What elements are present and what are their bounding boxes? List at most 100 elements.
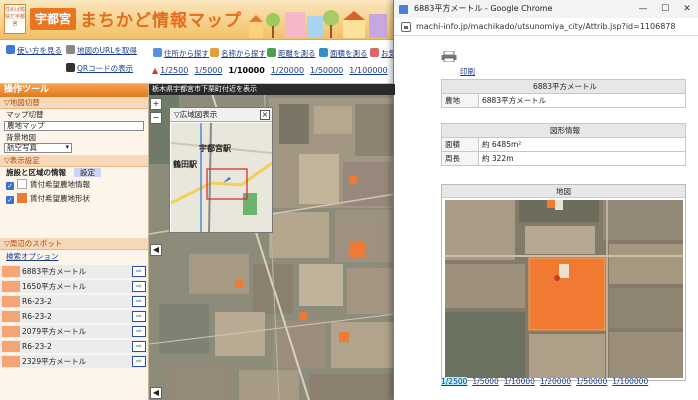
sidebar-title: 操作ツール: [0, 84, 148, 97]
search-options-link[interactable]: 検索オプション: [0, 250, 148, 263]
tab-facility-info[interactable]: 施設と区域の情報: [6, 168, 66, 177]
checkbox-checked-icon[interactable]: ✓: [6, 182, 14, 190]
perimeter-key: 周長: [441, 151, 479, 166]
zoom-in-icon[interactable]: +: [150, 98, 162, 110]
info-title: 6883平方メートル: [441, 79, 686, 94]
zoom-out-icon[interactable]: −: [150, 112, 162, 124]
site-info-icon[interactable]: [401, 22, 411, 32]
go-to-spot-icon[interactable]: ⇨: [132, 281, 146, 292]
collapse-bottom-icon[interactable]: ◀: [150, 387, 162, 399]
name-icon: [210, 48, 219, 57]
map-switch-header[interactable]: ▽地図切替: [0, 97, 148, 109]
address-bar[interactable]: machi-info.jp/machikado/utsunomiya_city/…: [394, 18, 698, 36]
measure-area-button[interactable]: 面積を測る: [319, 48, 368, 59]
nearby-spots-header[interactable]: ▽周辺のスポット: [0, 238, 148, 250]
info-table: 6883平方メートル 農地 6883平方メートル: [441, 79, 686, 108]
window-title: 6883平方メートル - Google Chrome: [414, 4, 553, 13]
toolbar: 使い方を見る 地図のURLを取得 QRコードの表示 住所から探す 名称から探す …: [0, 40, 396, 84]
overview-map-panel[interactable]: ▽広域図表示 × 宇都宮駅 鶴田駅: [169, 107, 273, 233]
spot-label: 1650平方メートル: [22, 282, 87, 291]
ruler-icon: [267, 48, 276, 57]
go-to-spot-icon[interactable]: ⇨: [132, 356, 146, 367]
map-scale-option[interactable]: 1/20000: [271, 66, 304, 75]
map-type-field[interactable]: 農地マップ: [4, 121, 144, 131]
spot-list-item[interactable]: 6883平方メートル ⇨: [0, 265, 148, 278]
spot-list-item[interactable]: R6-23-2 ⇨: [0, 340, 148, 353]
area-value: 約 6485m²: [478, 137, 686, 152]
farm-pin-icon: [17, 179, 27, 189]
display-settings-header[interactable]: ▽表示設定: [0, 155, 148, 167]
townscape-illustration: [249, 10, 387, 38]
detail-map-box: 地図: [441, 184, 686, 381]
search-name-button[interactable]: 名称から探す: [210, 48, 266, 59]
spot-label: R6-23-2: [22, 342, 52, 351]
detail-scale-option[interactable]: 1/20000: [540, 377, 571, 386]
detail-scale-option[interactable]: 1/10000: [504, 377, 535, 386]
go-to-spot-icon[interactable]: ⇨: [132, 296, 146, 307]
go-to-spot-icon[interactable]: ⇨: [132, 326, 146, 337]
farm-thumbnail-icon: [2, 311, 20, 322]
overview-map[interactable]: 宇都宮駅 鶴田駅: [171, 123, 272, 232]
farm-plot-marker: [349, 242, 365, 258]
attribute-page: 印刷 6883平方メートル 農地 6883平方メートル 図形情報 面積約 6485…: [394, 36, 698, 400]
close-icon[interactable]: ×: [260, 110, 270, 120]
farm-plot-marker: [299, 312, 307, 320]
measure-distance-button[interactable]: 距離を測る: [267, 48, 316, 59]
url-text[interactable]: machi-info.jp/machikado/utsunomiya_city/…: [416, 22, 675, 31]
go-to-spot-icon[interactable]: ⇨: [132, 311, 146, 322]
detail-scale-option[interactable]: 1/50000: [576, 377, 607, 386]
star-icon: [370, 48, 379, 57]
qr-link[interactable]: QRコードの表示: [66, 63, 133, 74]
map-scale-option[interactable]: 1/5000: [194, 66, 222, 75]
spot-list-item[interactable]: R6-23-2 ⇨: [0, 295, 148, 308]
info-key: 農地: [441, 93, 479, 108]
map-scale-option[interactable]: 1/2500: [160, 66, 188, 75]
farm-plot-marker: [339, 332, 349, 342]
help-link[interactable]: 使い方を見る: [6, 45, 62, 56]
sidebar: 操作ツール ▽地図切替 マップ切替 農地マップ 背景地図 航空写真 ▽表示設定 …: [0, 84, 149, 400]
map-url-link[interactable]: 地図のURLを取得: [66, 45, 137, 56]
perimeter-value: 約 322m: [478, 151, 686, 166]
detail-scale-selector: 1/2500 1/5000 1/10000 1/20000 1/50000 1/10000…: [441, 377, 653, 386]
minimize-icon[interactable]: —: [632, 0, 654, 18]
farm-thumbnail-icon: [2, 341, 20, 352]
print-link[interactable]: 印刷: [460, 66, 475, 77]
detail-scale-option[interactable]: 1/2500: [441, 377, 468, 386]
spot-label: 6883平方メートル: [22, 267, 87, 276]
layer-farm-shape[interactable]: ✓ 賃付希望農地形状: [0, 192, 148, 206]
close-window-icon[interactable]: ✕: [676, 0, 698, 18]
scale-selector: ▲ 1/2500 1/5000 1/10000 1/20000 1/50000 1/1000…: [152, 66, 412, 75]
farm-thumbnail-icon: [2, 296, 20, 307]
search-address-button[interactable]: 住所から探す: [153, 48, 209, 59]
spot-list-item[interactable]: 2329平方メートル ⇨: [0, 355, 148, 368]
spot-list-item[interactable]: R6-23-2 ⇨: [0, 310, 148, 323]
map-scale-option[interactable]: 1/100000: [349, 66, 387, 75]
checkbox-checked-icon[interactable]: ✓: [6, 196, 14, 204]
detail-scale-option[interactable]: 1/100000: [612, 377, 648, 386]
info-value: 6883平方メートル: [478, 93, 686, 108]
spot-list-item[interactable]: 1650平方メートル ⇨: [0, 280, 148, 293]
layer-farm-info[interactable]: ✓ 賃付希望農地情報: [0, 178, 148, 192]
help-icon: [6, 45, 15, 54]
tab-settings[interactable]: 設定: [74, 168, 101, 177]
maximize-icon[interactable]: ☐: [654, 0, 676, 18]
app-title[interactable]: まちかど情報マップ: [80, 6, 242, 31]
window-titlebar[interactable]: 6883平方メートル - Google Chrome — ☐ ✕: [394, 0, 698, 18]
bg-map-label: 背景地図: [6, 133, 36, 142]
farm-thumbnail-icon: [2, 266, 20, 277]
map-scale-option[interactable]: 1/50000: [310, 66, 343, 75]
detail-scale-option[interactable]: 1/5000: [472, 377, 498, 386]
map-scale-option[interactable]: 1/10000: [228, 66, 264, 75]
collapse-sidebar-icon[interactable]: ◀: [150, 244, 162, 256]
detail-map-title: 地図: [442, 185, 685, 198]
go-to-spot-icon[interactable]: ⇨: [132, 266, 146, 277]
map-tools: + −: [150, 98, 162, 126]
favicon-icon: [399, 5, 408, 14]
brand-name[interactable]: 宇都宮: [30, 8, 77, 30]
go-to-spot-icon[interactable]: ⇨: [132, 341, 146, 352]
printer-icon[interactable]: [441, 51, 457, 62]
bg-map-select[interactable]: 航空写真: [4, 143, 72, 153]
detail-aerial-photo[interactable]: [445, 200, 683, 378]
farm-plot-marker: [349, 176, 357, 184]
spot-list-item[interactable]: 2079平方メートル ⇨: [0, 325, 148, 338]
